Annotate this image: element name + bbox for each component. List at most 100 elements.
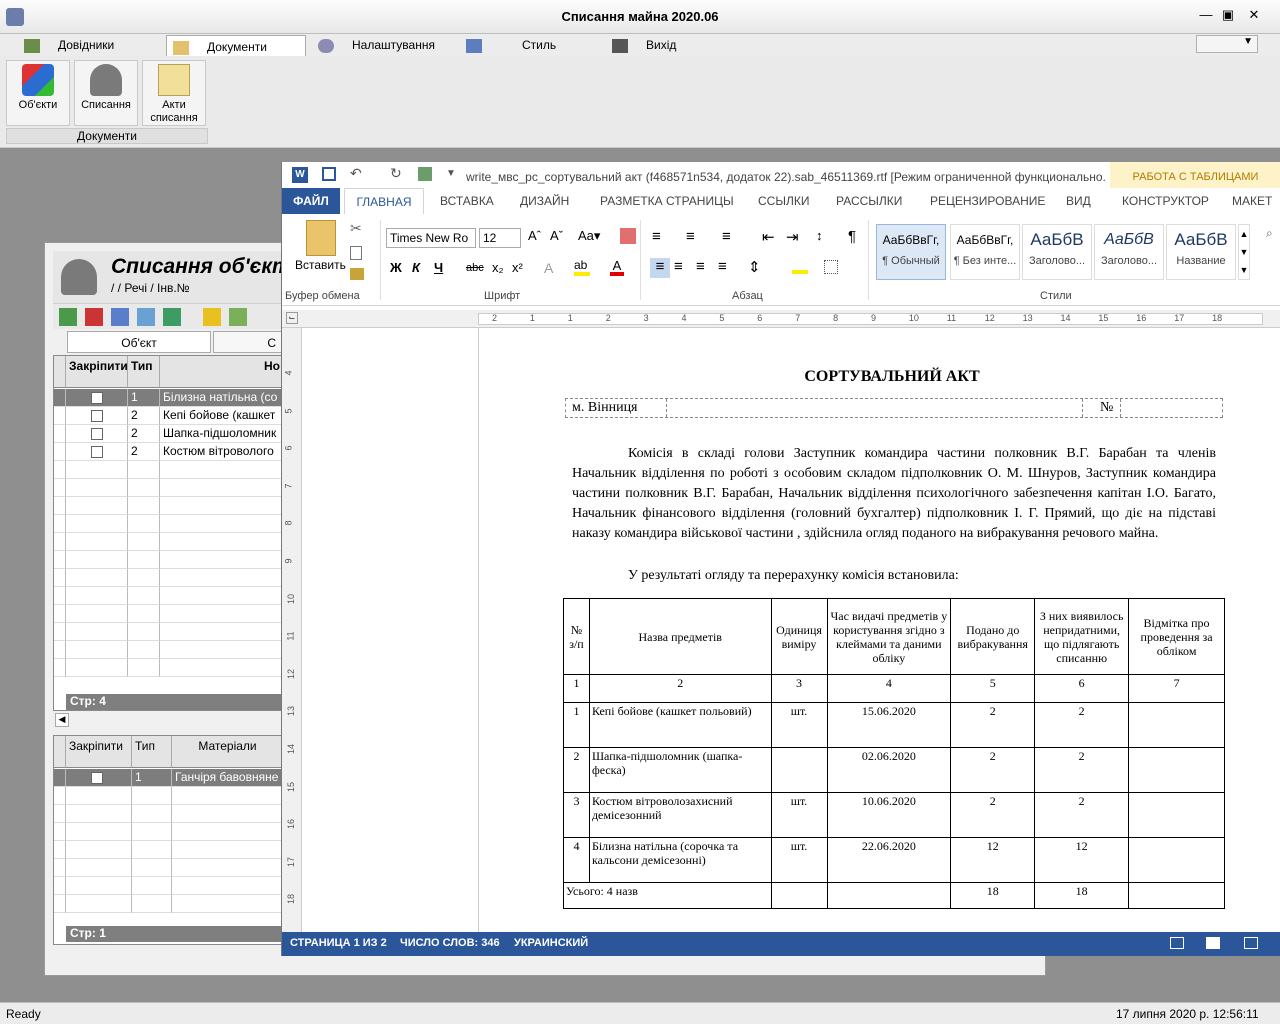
edit-icon[interactable] [137, 308, 155, 326]
paste-icon[interactable] [306, 220, 336, 256]
col-typ[interactable]: Тип [128, 356, 160, 388]
increase-indent-icon[interactable]: ⇥ [786, 228, 799, 246]
font-color-icon[interactable]: A [610, 258, 624, 276]
copy-icon[interactable] [350, 246, 362, 260]
document-page[interactable]: СОРТУВАЛЬНИЙ АКТ м. Вінниця № Комісія в … [478, 328, 1280, 932]
format-painter-icon[interactable] [350, 268, 364, 280]
shading-icon[interactable] [792, 258, 808, 274]
bullets-icon[interactable]: ≡ [652, 228, 661, 245]
italic-icon[interactable]: К [412, 260, 420, 275]
copy-icon[interactable] [111, 308, 129, 326]
pilcrow-icon[interactable]: ¶ [848, 228, 856, 245]
pin-cell[interactable] [66, 425, 128, 443]
pin-cell[interactable] [66, 389, 128, 407]
highlight-icon[interactable]: ab [574, 258, 590, 276]
pin-cell[interactable] [66, 443, 128, 461]
superscript-icon[interactable]: x² [512, 260, 523, 275]
change-case-icon[interactable]: Aa▾ [578, 228, 600, 244]
tab-file[interactable]: ФАЙЛ [282, 188, 340, 214]
scroll-left-icon[interactable]: ◀ [55, 713, 69, 727]
styles-more-icon[interactable]: ▲ ▼ ▼ [1238, 224, 1250, 280]
table-row[interactable]: 1 Ганчіря бавовняне [54, 769, 284, 787]
menu-styl[interactable]: Стиль [466, 34, 556, 56]
table-row[interactable]: 1 Білизна натільна (со [54, 389, 284, 407]
filter-icon[interactable] [203, 308, 221, 326]
font-family-select[interactable]: Times New Ro [386, 228, 476, 248]
akty-button[interactable]: Акти списання [142, 60, 206, 126]
multilevel-icon[interactable]: ≡ [722, 228, 731, 245]
style-title[interactable]: АаБбВ Название [1166, 224, 1236, 280]
tab-mailings[interactable]: РАССЫЛКИ [836, 188, 902, 214]
tab-references[interactable]: ССЫЛКИ [758, 188, 809, 214]
pin-checkbox[interactable] [91, 772, 103, 784]
borders-icon[interactable] [824, 260, 838, 274]
menu-dokumenty[interactable]: Документи [166, 35, 306, 57]
align-right-icon[interactable]: ≡ [696, 258, 705, 275]
table-row[interactable]: 2 Костюм вітроволого [54, 443, 284, 461]
style-no-spacing[interactable]: АаБбВвГг, ¶ Без инте... [950, 224, 1020, 280]
redo-icon[interactable]: ↻ [390, 165, 402, 182]
col-zakripyty[interactable]: Закріпити [66, 356, 128, 388]
style-combo[interactable]: ▼ [1196, 35, 1258, 53]
col-materials[interactable]: Матеріали [172, 736, 284, 768]
undo-icon[interactable]: ↶ [350, 165, 362, 182]
font-size-select[interactable]: 12 [479, 228, 521, 248]
find-icon[interactable]: ⌕ [1266, 226, 1273, 241]
pin-checkbox[interactable] [91, 392, 103, 404]
style-heading1[interactable]: АаБбВ Заголово... [1022, 224, 1092, 280]
paste-button-label[interactable]: Вставить [295, 258, 346, 272]
tab-review[interactable]: РЕЦЕНЗИРОВАНИЕ [930, 188, 1045, 214]
spysannia-button[interactable]: Списання [74, 60, 138, 126]
maximize-icon[interactable]: ▣ [1218, 6, 1238, 24]
pin-checkbox[interactable] [91, 446, 103, 458]
close-icon[interactable]: ✕ [1244, 6, 1264, 24]
tab-design[interactable]: ДИЗАЙН [520, 188, 569, 214]
line-spacing-icon[interactable]: ⇕ [748, 258, 761, 276]
web-layout-icon[interactable] [1244, 937, 1258, 949]
menu-dovidnyky[interactable]: Довідники [24, 34, 114, 56]
table-row[interactable]: 2 Шапка-підшоломник [54, 425, 284, 443]
vertical-ruler[interactable]: 4 5 6 7 8 9 10 11 12 13 14 15 16 17 18 [282, 328, 302, 932]
shrink-font-icon[interactable]: Aˇ [550, 228, 563, 243]
objects-button[interactable]: Об'єкти [6, 60, 70, 126]
tab-insert[interactable]: ВСТАВКА [440, 188, 494, 214]
menu-nalashtuvannia[interactable]: Налаштування [318, 34, 435, 56]
spellcheck-icon[interactable] [418, 167, 432, 181]
tab-layout-table[interactable]: МАКЕТ [1232, 188, 1272, 214]
document-area[interactable]: СОРТУВАЛЬНИЙ АКТ м. Вінниця № Комісія в … [302, 328, 1280, 932]
tab-selector-icon[interactable]: ⌙ [286, 312, 298, 324]
minimize-icon[interactable]: — [1196, 6, 1216, 24]
bold-icon[interactable]: Ж [390, 260, 402, 275]
word-count[interactable]: ЧИСЛО СЛОВ: 346 [400, 937, 500, 949]
grow-font-icon[interactable]: Aˆ [528, 228, 541, 243]
print-layout-icon[interactable] [1206, 937, 1220, 949]
text-effects-icon[interactable]: A [544, 260, 553, 276]
sort-icon[interactable]: ↕ [816, 228, 823, 243]
underline-icon[interactable]: Ч [434, 260, 443, 275]
subscript-icon[interactable]: x₂ [492, 260, 504, 275]
menu-vykhid[interactable]: Вихід [612, 34, 676, 56]
tab-constructor[interactable]: КОНСТРУКТОР [1122, 188, 1209, 214]
col-zakripyty[interactable]: Закріпити [66, 736, 132, 768]
table-row[interactable]: 2 Кепі бойове (кашкет [54, 407, 284, 425]
horizontal-ruler[interactable]: ⌙ 2 1 1 2 3 4 5 6 7 8 9 10 11 12 13 14 15 16 17 18 [282, 310, 1280, 328]
qat-dropdown-icon[interactable]: ▼ [446, 168, 456, 179]
delete-icon[interactable] [85, 308, 103, 326]
tab-layout[interactable]: РАЗМЕТКА СТРАНИЦЫ [600, 188, 734, 214]
read-mode-icon[interactable] [1170, 937, 1184, 949]
tab-object[interactable]: Об'єкт [67, 331, 211, 353]
col-typ[interactable]: Тип [132, 736, 172, 768]
clear-format-icon[interactable] [620, 228, 636, 244]
number-field[interactable] [1120, 399, 1222, 417]
language-indicator[interactable]: УКРАИНСКИЙ [514, 937, 588, 949]
justify-icon[interactable]: ≡ [718, 258, 727, 275]
style-heading2[interactable]: АаБбВ Заголово... [1094, 224, 1164, 280]
strikethrough-icon[interactable]: abc [466, 262, 484, 274]
tab-second[interactable]: С [213, 331, 283, 353]
decrease-indent-icon[interactable]: ⇤ [762, 228, 775, 246]
pin-checkbox[interactable] [91, 428, 103, 440]
cut-icon[interactable]: ✂ [350, 220, 362, 237]
pin-checkbox[interactable] [91, 410, 103, 422]
tab-view[interactable]: ВИД [1066, 188, 1091, 214]
col-name[interactable]: Но [160, 356, 284, 388]
